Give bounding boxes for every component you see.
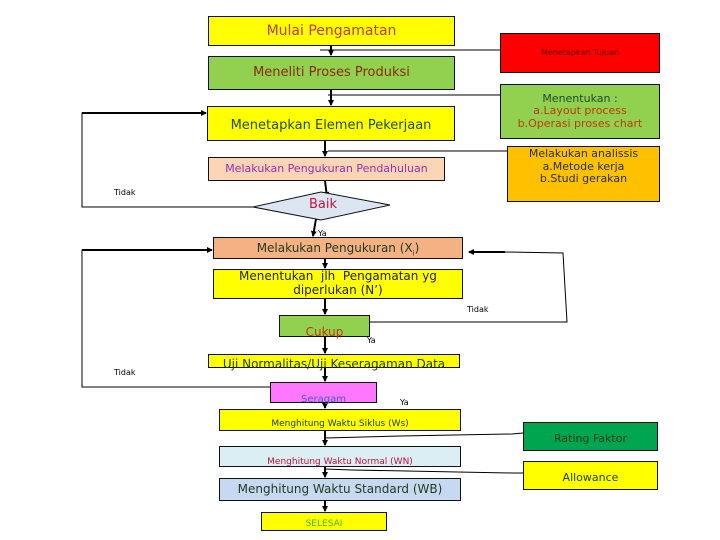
node-set-elements-label: Menetapkan Elemen Pekerjaan bbox=[230, 118, 432, 134]
node-cycle-time-label: Menghitung Waktu Siklus (Ws) bbox=[271, 418, 409, 429]
node-normality-label: Uji Normalitas/Uji Keseragaman Data bbox=[222, 357, 446, 372]
node-decision-seragam: Seragam bbox=[270, 382, 377, 405]
node-research: Meneliti Proses Produksi bbox=[208, 56, 455, 90]
measure-label-end: ) bbox=[414, 241, 420, 256]
note-determine: Menentukan : a.Layout process b.Operasi … bbox=[500, 84, 660, 139]
node-set-elements: Menetapkan Elemen Pekerjaan bbox=[207, 106, 455, 141]
node-normal-time: Menghitung Waktu Normal (WN) bbox=[219, 446, 461, 467]
node-determine-n-line2: diperlukan (N’) bbox=[293, 283, 383, 297]
node-preliminary: Melakukan Pengukuran Pendahuluan bbox=[208, 157, 445, 181]
node-research-label: Meneliti Proses Produksi bbox=[253, 64, 410, 80]
note-allowance: Allowance bbox=[523, 461, 658, 490]
node-end: SELESAI bbox=[261, 512, 387, 531]
edge-label-ya-seragam: Ya bbox=[400, 398, 409, 407]
node-preliminary-label: Melakukan Pengukuran Pendahuluan bbox=[225, 161, 428, 175]
node-decision-seragam-label: Seragam bbox=[301, 393, 346, 405]
flowchart-canvas: Mulai Pengamatan Meneliti Proses Produks… bbox=[0, 0, 720, 540]
measure-label-main: Melakukan Pengukuran (X bbox=[256, 241, 413, 256]
edge-label-tidak-baik: Tidak bbox=[114, 188, 136, 197]
arrow-baik-to-measure bbox=[310, 218, 317, 237]
note-rating: Rating Faktor bbox=[523, 422, 658, 451]
note-determine-item-a: a.Layout process bbox=[533, 104, 627, 118]
note-analysis: Melakukan analissis a.Metode kerja b.Stu… bbox=[507, 146, 660, 202]
node-determine-n-line1: Menentukan jlh Pengamatan yg bbox=[239, 269, 437, 284]
note-goal-label: Menetapkan Tujuan bbox=[541, 48, 619, 58]
note-goal: Menetapkan Tujuan bbox=[500, 33, 660, 73]
node-standard-time-label: Menghitung Waktu Standard (WB) bbox=[237, 481, 443, 496]
edge-label-tidak-cukup: Tidak bbox=[467, 305, 489, 314]
node-measure-label: Melakukan Pengukuran (Xi) bbox=[256, 241, 420, 258]
line-rating bbox=[324, 432, 524, 439]
note-analysis-title: Melakukan analissis bbox=[528, 147, 639, 160]
node-decision-cukup-label: Cukup bbox=[305, 325, 344, 340]
edge-label-ya-cukup: Ya bbox=[367, 336, 376, 345]
edge-label-tidak-seragam: Tidak bbox=[114, 368, 136, 377]
node-cycle-time: Menghitung Waktu Siklus (Ws) bbox=[219, 409, 461, 431]
note-determine-item-b: b.Operasi proses chart bbox=[517, 116, 643, 130]
node-standard-time: Menghitung Waktu Standard (WB) bbox=[219, 478, 461, 501]
node-start: Mulai Pengamatan bbox=[208, 16, 455, 46]
decision-baik-label: Baik bbox=[308, 197, 338, 212]
node-end-label: SELESAI bbox=[305, 518, 343, 529]
note-analysis-item-b: b.Studi gerakan bbox=[539, 172, 628, 186]
line-allowance bbox=[324, 468, 523, 474]
node-normality: Uji Normalitas/Uji Keseragaman Data bbox=[208, 354, 460, 371]
note-allowance-label: Allowance bbox=[562, 470, 619, 484]
note-rating-label: Rating Faktor bbox=[554, 431, 627, 445]
node-start-label: Mulai Pengamatan bbox=[266, 22, 397, 39]
edge-label-ya-baik: Ya bbox=[318, 229, 327, 238]
node-normal-time-label: Menghitung Waktu Normal (WN) bbox=[267, 456, 413, 467]
node-measure: Melakukan Pengukuran (Xi) bbox=[213, 237, 463, 259]
node-decision-cukup: Cukup bbox=[279, 315, 370, 340]
node-determine-n: Menentukan jlh Pengamatan yg diperlukan … bbox=[213, 269, 463, 299]
